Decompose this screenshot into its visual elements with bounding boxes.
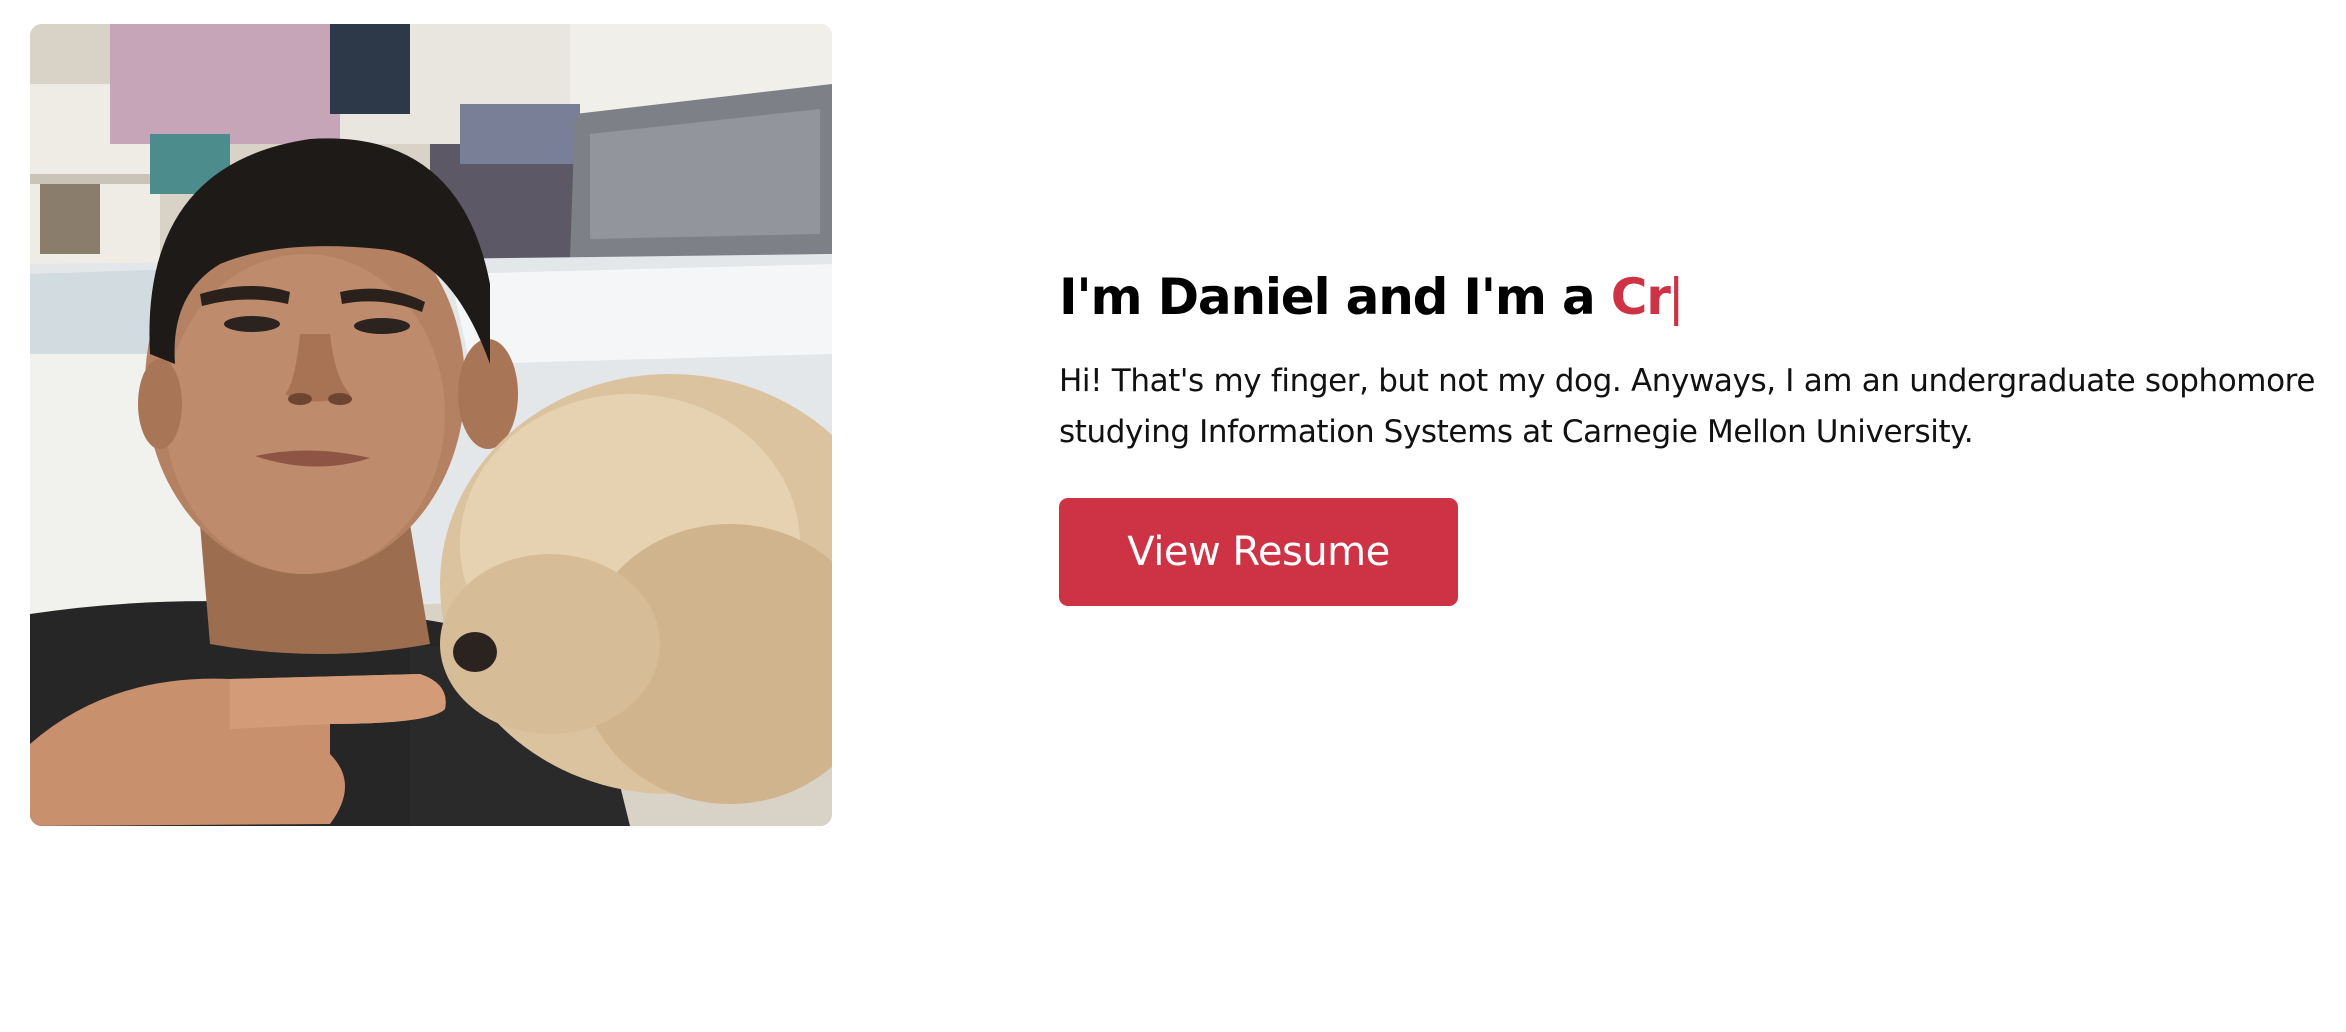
profile-photo-illustration: [30, 24, 832, 826]
intro-heading: I'm Daniel and I'm a Cr|: [1059, 262, 2315, 332]
view-resume-button[interactable]: View Resume: [1059, 498, 1458, 606]
profile-photo: [30, 24, 832, 826]
heading-prefix: I'm Daniel and I'm a: [1059, 268, 1611, 326]
page: I'm Daniel and I'm a Cr| Hi! That's my f…: [0, 0, 2346, 1032]
typed-role-text: Cr: [1610, 268, 1671, 326]
intro-section: I'm Daniel and I'm a Cr| Hi! That's my f…: [1059, 262, 2315, 606]
typing-cursor: |: [1667, 268, 1685, 326]
intro-bio: Hi! That's my finger, but not my dog. An…: [1059, 363, 2315, 450]
